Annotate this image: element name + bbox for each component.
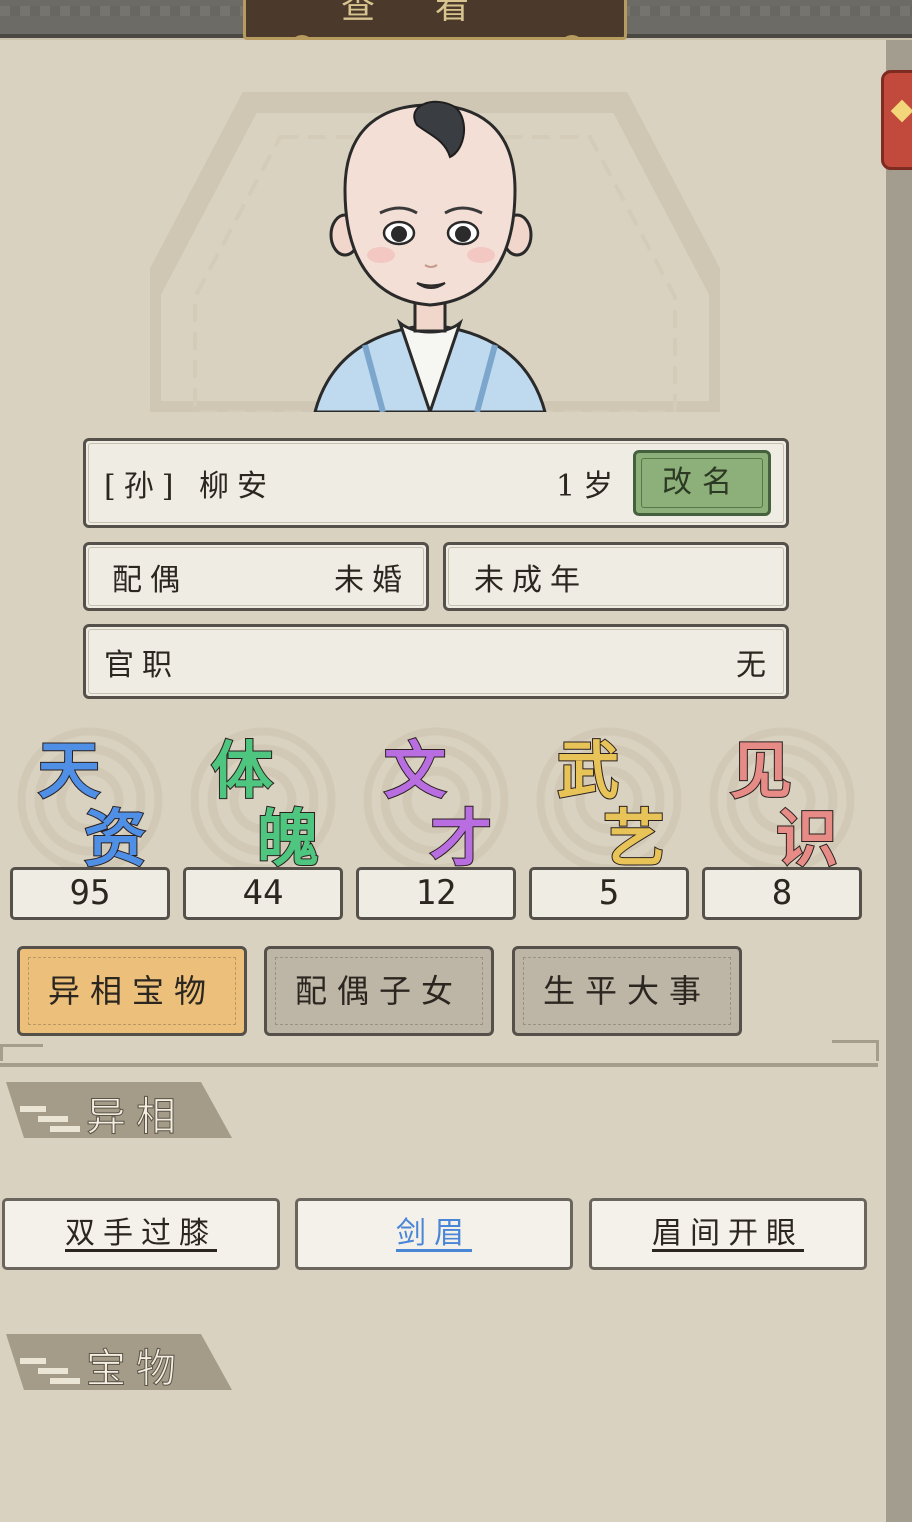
section-title: 异相 (86, 1094, 186, 1141)
trait-item[interactable]: 双手过膝 (2, 1198, 280, 1270)
title-plaque: 查看 (243, 0, 627, 47)
trait-label: 双手过膝 (65, 1216, 217, 1251)
office-row: 官职 无 (83, 624, 789, 699)
tab-label: 异相宝物 (47, 972, 216, 1010)
tab-traits-treasures[interactable]: 异相宝物 (17, 946, 247, 1036)
section-divider (0, 1063, 878, 1067)
tab-life-events[interactable]: 生平大事 (512, 946, 742, 1036)
stat-value-aptitude: 95 (10, 867, 170, 920)
trait-item[interactable]: 眉间开眼 (589, 1198, 867, 1270)
section-header-traits: 异相 (6, 1082, 232, 1141)
stat-martial: 武 艺 (529, 720, 689, 876)
rename-button[interactable]: 改名 (633, 450, 771, 516)
stat-char-2: 资 (83, 801, 147, 876)
divider-ornament-left (0, 1044, 43, 1061)
section-header-treasures: 宝物 (6, 1334, 232, 1393)
stat-literary: 文 才 (356, 720, 516, 876)
stat-char-2: 魄 (256, 801, 320, 876)
stat-aptitude: 天 资 (10, 720, 170, 876)
tab-label: 生平大事 (542, 972, 711, 1010)
stat-value-literary: 12 (356, 867, 516, 920)
character-age: 1岁 (556, 469, 622, 504)
spouse-value: 未婚 (334, 562, 410, 598)
stat-value-martial: 5 (529, 867, 689, 920)
tab-spouse-children[interactable]: 配偶子女 (264, 946, 494, 1036)
adult-status: 未成年 (474, 562, 588, 598)
trait-label: 剑眉 (396, 1216, 472, 1251)
adult-status-row: 未成年 (443, 542, 789, 611)
office-value: 无 (736, 647, 774, 683)
trait-label: 眉间开眼 (652, 1216, 804, 1251)
character-name: [孙] 柳安 (104, 469, 275, 504)
stat-char-2: 艺 (602, 801, 666, 876)
office-label: 官职 (104, 647, 180, 683)
stat-insight: 见 识 (702, 720, 862, 876)
spouse-row: 配偶 未婚 (83, 542, 429, 611)
section-title: 宝物 (86, 1346, 186, 1393)
page-title: 查看 (341, 0, 529, 27)
spouse-label: 配偶 (112, 562, 188, 598)
stat-value-insight: 8 (702, 867, 862, 920)
stat-physique: 体 魄 (183, 720, 343, 876)
trait-item[interactable]: 剑眉 (295, 1198, 573, 1270)
divider-ornament-right (832, 1040, 879, 1061)
rename-label: 改名 (662, 465, 742, 500)
stat-value-physique: 44 (183, 867, 343, 920)
character-portrait (313, 100, 547, 412)
section-header-ornament (20, 1358, 80, 1386)
tab-label: 配偶子女 (294, 972, 463, 1010)
section-header-ornament (20, 1106, 80, 1134)
close-side-tab[interactable] (881, 70, 912, 170)
stat-char-2: 识 (775, 801, 839, 876)
panel-edge (886, 40, 912, 1522)
stat-char-2: 才 (429, 801, 493, 876)
